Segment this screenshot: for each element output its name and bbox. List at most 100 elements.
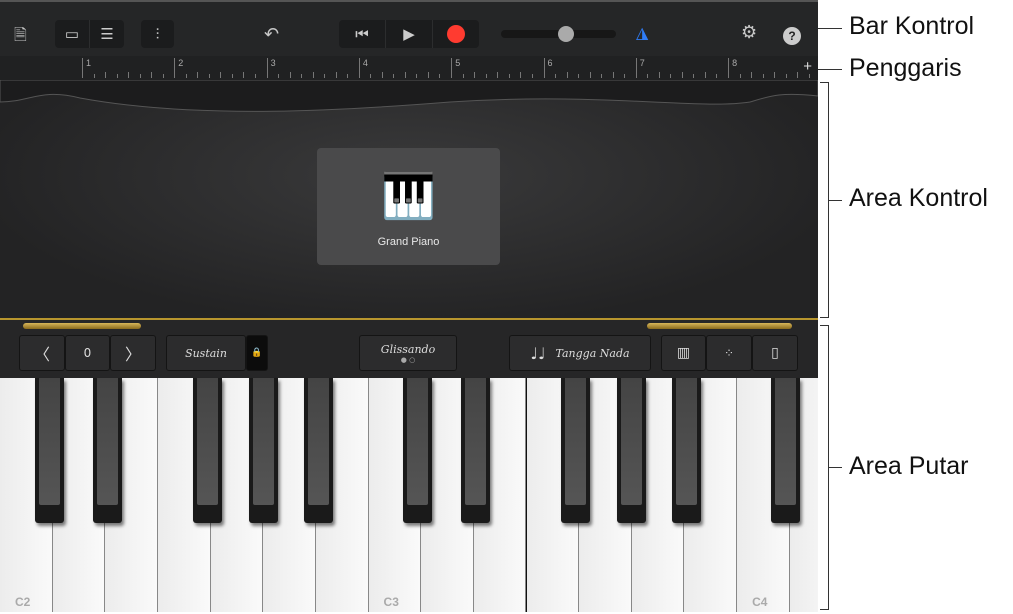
control-bar: 🗎 ▭ ☰ ⫶ ↶ ⏮ ▶ ◮ ⚙ ? <box>0 0 818 56</box>
black-key-G#2[interactable] <box>249 378 278 523</box>
annotation-control-area: Area Kontrol <box>849 184 988 212</box>
ruler-subtick <box>208 74 210 78</box>
settings-icon[interactable]: ⚙ <box>741 22 757 43</box>
ruler-bar-number: 5 <box>455 58 461 68</box>
page-dots: ● ○ <box>400 355 416 364</box>
ruler-bar-tick <box>174 58 176 78</box>
gold-trim-left <box>23 323 141 329</box>
record-icon <box>447 25 465 43</box>
black-key-D#3[interactable] <box>461 378 490 523</box>
black-key-C#2[interactable] <box>35 378 64 523</box>
track-view-icon[interactable]: ☰ <box>90 20 124 48</box>
undo-icon[interactable]: ↶ <box>264 24 279 45</box>
ruler-bar-tick <box>543 58 545 78</box>
grand-piano-icon: 🎹 <box>381 172 436 221</box>
my-songs-icon[interactable]: 🗎 <box>14 24 27 51</box>
annotation-ruler: Penggaris <box>849 54 962 82</box>
notes-icon: ♩♩ <box>530 343 546 363</box>
ruler-bar-tick <box>635 58 637 78</box>
ruler-subtick <box>220 72 222 78</box>
mixer-button[interactable]: ⫶ <box>141 20 174 48</box>
annotation-line <box>820 317 829 318</box>
ruler-subtick <box>427 72 429 78</box>
ruler-bar-tick <box>451 58 453 78</box>
transport-group: ⏮ ▶ <box>339 20 479 48</box>
ruler-subtick <box>139 74 141 78</box>
ruler-subtick <box>774 72 776 78</box>
arpeggiator-icon[interactable]: ⁘ <box>706 335 752 371</box>
ruler-subtick <box>681 72 683 78</box>
ruler-bar-tick <box>358 58 360 78</box>
add-section-button[interactable]: + <box>803 58 812 75</box>
black-key-F#3[interactable] <box>561 378 590 523</box>
black-key-C#3[interactable] <box>403 378 432 523</box>
volume-knob[interactable] <box>558 26 574 42</box>
ruler-subtick <box>347 74 349 78</box>
annotation-play-area: Area Putar <box>849 452 969 480</box>
annotation-line <box>820 325 829 326</box>
record-button[interactable] <box>433 20 479 48</box>
annotation-line <box>818 69 842 70</box>
black-key-G#3[interactable] <box>617 378 646 523</box>
black-key-F#2[interactable] <box>193 378 222 523</box>
black-key-C#4[interactable] <box>771 378 800 523</box>
tracks-view-icon[interactable]: ▭ <box>55 20 90 48</box>
annotation-line <box>820 82 829 83</box>
instrument-name: Grand Piano <box>377 236 440 248</box>
ruler-subtick <box>566 72 568 78</box>
help-icon[interactable]: ? <box>783 27 801 45</box>
sustain-button[interactable]: Sustain <box>166 335 246 371</box>
ruler-subtick <box>289 72 291 78</box>
ruler-subtick <box>278 74 280 78</box>
ruler-subtick <box>93 74 95 78</box>
volume-slider[interactable] <box>501 26 616 42</box>
velocity-icon[interactable]: ▯ <box>752 335 798 371</box>
ruler[interactable]: 1 2 3 4 5 6 7 8 + <box>0 56 818 80</box>
key-label: C2 <box>15 595 31 609</box>
octave-up-button[interactable]: 〉 <box>110 335 156 371</box>
ruler-subtick <box>647 74 649 78</box>
mixer-icon: ⫶ <box>155 25 160 43</box>
ruler-subtick <box>462 74 464 78</box>
ruler-subtick <box>658 72 660 78</box>
ruler-subtick <box>381 72 383 78</box>
ruler-bar-tick <box>728 58 730 78</box>
octave-down-button[interactable]: 〈 <box>19 335 65 371</box>
ruler-subtick <box>739 74 741 78</box>
scale-button[interactable]: ♩♩ Tangga Nada <box>509 335 651 371</box>
go-to-beginning-button[interactable]: ⏮ <box>339 20 386 48</box>
piano-lid-curve <box>0 80 818 112</box>
ruler-bar-number: 7 <box>639 58 645 68</box>
annotation-line <box>818 28 842 29</box>
ruler-subtick <box>624 74 625 78</box>
metronome-icon[interactable]: ◮ <box>636 23 648 43</box>
ruler-subtick <box>197 72 199 78</box>
black-key-A#3[interactable] <box>672 378 701 523</box>
ruler-bar-number: 2 <box>178 58 184 68</box>
annotation-control-bar: Bar Kontrol <box>849 12 975 40</box>
ruler-subtick <box>497 72 499 78</box>
ruler-subtick <box>254 74 256 78</box>
play-button[interactable]: ▶ <box>386 20 433 48</box>
ruler-subtick <box>578 74 579 78</box>
glissando-label: Glissando <box>380 342 436 356</box>
octave-value: 0 <box>65 335 110 371</box>
ruler-subtick <box>312 72 314 78</box>
glissando-button[interactable]: Glissando ● ○ <box>359 335 457 371</box>
ruler-subtick <box>116 74 118 78</box>
ruler-subtick <box>520 72 522 78</box>
black-key-D#2[interactable] <box>93 378 122 523</box>
annotation-line <box>828 200 842 201</box>
ruler-subtick <box>485 74 487 78</box>
ruler-subtick <box>693 74 695 78</box>
ruler-subtick <box>243 72 245 78</box>
black-key-A#2[interactable] <box>304 378 333 523</box>
key-label: C3 <box>383 595 399 609</box>
ruler-subtick <box>151 72 152 78</box>
instrument-button[interactable]: 🎹 Grand Piano <box>317 148 500 265</box>
sustain-lock-icon[interactable]: 🔒 <box>246 335 268 371</box>
ruler-subtick <box>162 74 164 78</box>
keyboard-icon[interactable]: ▥ <box>661 335 706 371</box>
ruler-subtick <box>785 74 787 78</box>
annotation-line <box>828 467 842 468</box>
